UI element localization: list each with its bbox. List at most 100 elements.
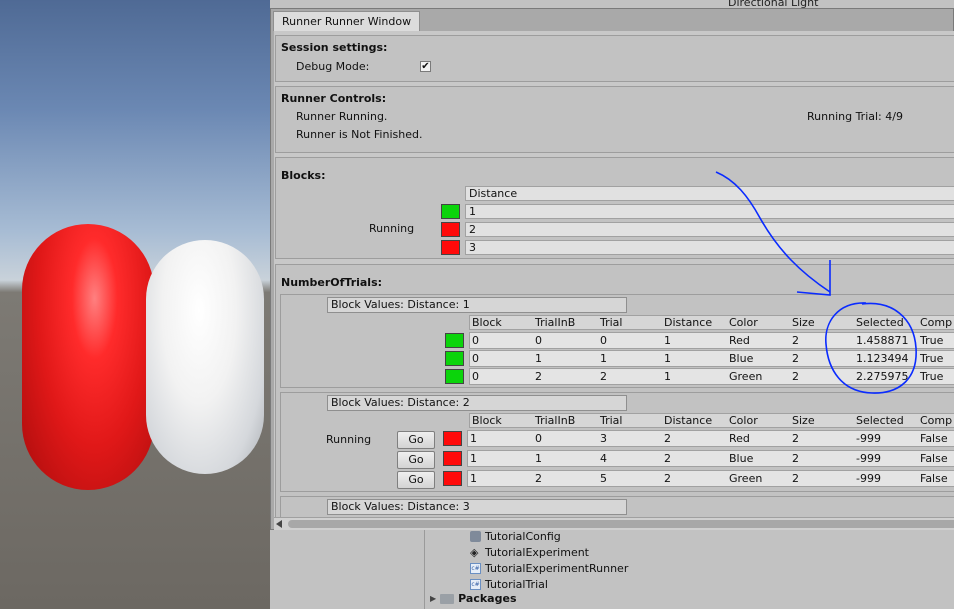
- debug-mode-checkbox[interactable]: ✔: [420, 61, 431, 72]
- table-row[interactable]: 1 1 4 2 Blue 2 -999 False: [467, 450, 954, 467]
- cell-selected: -999: [856, 452, 881, 465]
- go-button[interactable]: Go: [397, 471, 435, 489]
- cell-comp: False: [920, 432, 948, 445]
- red-capsule: [22, 224, 154, 490]
- cell-comp: False: [920, 452, 948, 465]
- block-values-title: Block Values: Distance: 1: [327, 297, 627, 313]
- blocks-column-header: Distance: [465, 186, 954, 201]
- col-header: TrialInB: [535, 316, 576, 329]
- csharp-script-icon: c#: [470, 562, 481, 574]
- cell-color: Red: [729, 334, 750, 347]
- cell-size: 2: [792, 370, 799, 383]
- col-header: Selected: [856, 316, 904, 329]
- trial-status-swatch: [443, 451, 462, 466]
- cell-distance: 1: [664, 334, 671, 347]
- trials-header: NumberOfTrials:: [281, 276, 383, 289]
- cell-selected: -999: [856, 432, 881, 445]
- block-status-swatch: [441, 204, 460, 219]
- cell-comp: False: [920, 472, 948, 485]
- session-settings-box: Session settings: Debug Mode: ✔: [275, 35, 954, 82]
- cell-comp: True: [920, 370, 944, 383]
- block-value-cell[interactable]: 2: [465, 222, 954, 237]
- col-header: Size: [792, 414, 815, 427]
- block-status-swatch: [441, 222, 460, 237]
- table-row[interactable]: 1 2 5 2 Green 2 -999 False: [467, 470, 954, 487]
- packages-folder[interactable]: ▶ Packages: [430, 592, 517, 605]
- cell-trial: 3: [600, 432, 607, 445]
- group-running-label: Running: [326, 433, 372, 446]
- col-header: Comp: [920, 414, 953, 427]
- trials-box: NumberOfTrials: Block Values: Distance: …: [275, 264, 954, 517]
- cell-size: 2: [792, 352, 799, 365]
- cell-trial: 2: [600, 370, 607, 383]
- table-row[interactable]: 0 2 2 1 Green 2 2.275975 True: [469, 368, 954, 385]
- cell-block: 1: [470, 472, 477, 485]
- cell-selected: 2.275975: [856, 370, 909, 383]
- cell-distance: 1: [664, 352, 671, 365]
- col-header: Block: [472, 316, 502, 329]
- trial-status-swatch: [445, 351, 464, 366]
- col-header: Color: [729, 316, 758, 329]
- block-value-cell[interactable]: 3: [465, 240, 954, 255]
- debug-mode-label: Debug Mode:: [296, 60, 370, 73]
- scrollbar-thumb[interactable]: [288, 520, 954, 528]
- cell-size: 2: [792, 472, 799, 485]
- cell-block: 1: [470, 432, 477, 445]
- window-content: Session settings: Debug Mode: ✔ Runner C…: [274, 31, 954, 517]
- runner-status: Runner Running.: [296, 110, 388, 123]
- block-status-swatch: [441, 240, 460, 255]
- project-item[interactable]: c# TutorialTrial: [470, 576, 548, 592]
- window-tab[interactable]: Runner Runner Window: [273, 11, 421, 31]
- runner-header: Runner Controls:: [281, 92, 387, 105]
- cell-distance: 2: [664, 452, 671, 465]
- scroll-left-arrow-icon[interactable]: [276, 520, 282, 528]
- session-header: Session settings:: [281, 41, 388, 54]
- col-header: Size: [792, 316, 815, 329]
- unity-icon: ◈: [470, 545, 479, 559]
- cell-color: Blue: [729, 352, 754, 365]
- block-value-cell[interactable]: 1: [465, 204, 954, 219]
- col-header: Comp: [920, 316, 953, 329]
- col-header: Distance: [664, 316, 713, 329]
- trial-group: Block Values: Distance: 2 Block TrialInB…: [280, 392, 954, 492]
- col-header: TrialInB: [535, 414, 576, 427]
- expand-arrow-icon[interactable]: ▶: [430, 594, 436, 603]
- cell-selected: 1.123494: [856, 352, 909, 365]
- cell-trialinb: 0: [535, 334, 542, 347]
- table-row[interactable]: 0 1 1 1 Blue 2 1.123494 True: [469, 350, 954, 367]
- project-item[interactable]: c# TutorialExperimentRunner: [470, 560, 628, 576]
- config-icon: [470, 530, 481, 542]
- trial-table-header: Block TrialInB Trial Distance Color Size…: [469, 413, 954, 428]
- cell-trial: 4: [600, 452, 607, 465]
- cell-size: 2: [792, 452, 799, 465]
- col-header: Trial: [600, 316, 623, 329]
- go-button[interactable]: Go: [397, 431, 435, 449]
- cell-distance: 2: [664, 472, 671, 485]
- project-item[interactable]: ◈ TutorialExperiment: [470, 544, 589, 560]
- runner-controls-box: Runner Controls: Runner Running. Runner …: [275, 86, 954, 153]
- block-values-title: Block Values: Distance: 3: [327, 499, 627, 515]
- folder-icon: [440, 593, 455, 604]
- trial-status-swatch: [443, 471, 462, 486]
- block-running-label: Running: [369, 222, 415, 235]
- running-trial-label: Running Trial: 4/9: [807, 110, 903, 123]
- cell-trialinb: 2: [535, 370, 542, 383]
- table-row[interactable]: 0 0 0 1 Red 2 1.458871 True: [469, 332, 954, 349]
- cell-selected: -999: [856, 472, 881, 485]
- cell-color: Green: [729, 472, 763, 485]
- cell-block: 0: [472, 334, 479, 347]
- col-header: Block: [472, 414, 502, 427]
- csharp-script-icon: c#: [470, 578, 481, 590]
- cell-comp: True: [920, 352, 944, 365]
- cell-trialinb: 2: [535, 472, 542, 485]
- block-values-title: Block Values: Distance: 2: [327, 395, 627, 411]
- table-row[interactable]: 1 0 3 2 Red 2 -999 False: [467, 430, 954, 447]
- go-button[interactable]: Go: [397, 451, 435, 469]
- cell-selected: 1.458871: [856, 334, 909, 347]
- horizontal-scrollbar[interactable]: [274, 517, 954, 530]
- blocks-box: Blocks: Distance 1 Running 2 3: [275, 157, 954, 259]
- cell-color: Blue: [729, 452, 754, 465]
- cell-trialinb: 0: [535, 432, 542, 445]
- cell-comp: True: [920, 334, 944, 347]
- project-item[interactable]: TutorialConfig: [470, 528, 561, 544]
